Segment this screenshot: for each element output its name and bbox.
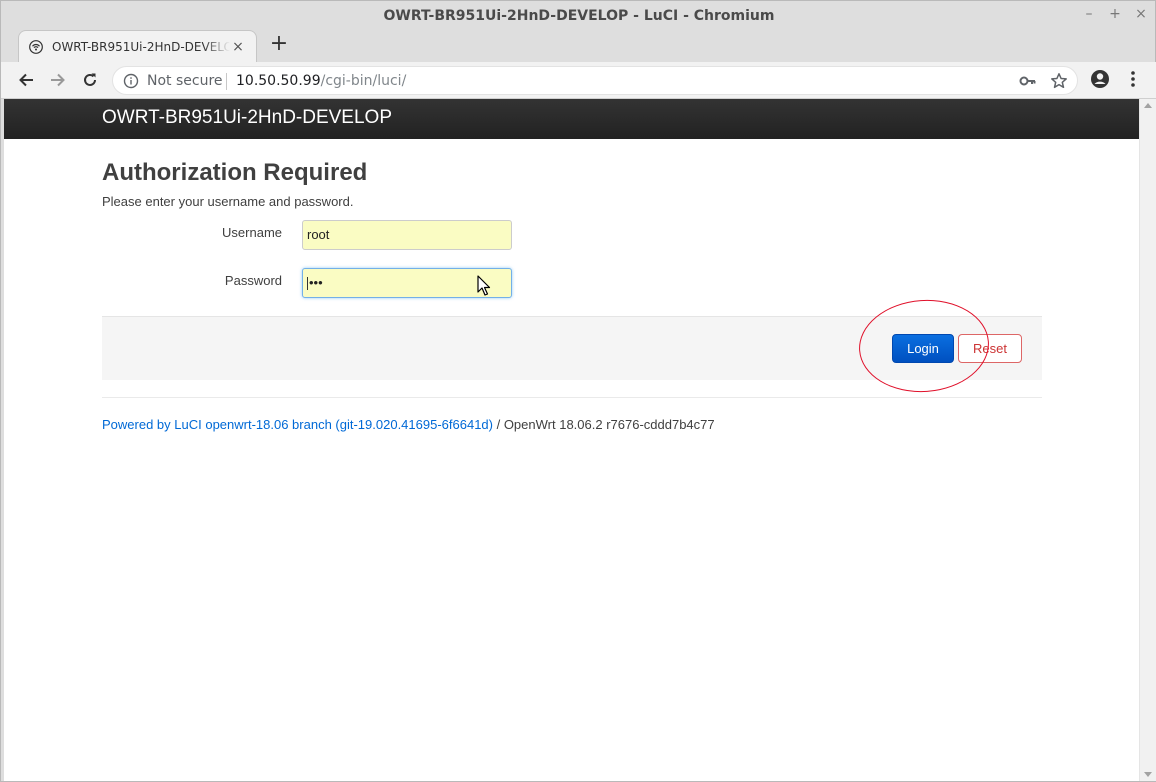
- key-icon[interactable]: [1019, 73, 1037, 89]
- window-controls: – + ×: [1083, 6, 1147, 22]
- login-description: Please enter your username and password.: [102, 194, 354, 209]
- arrow-left-icon: [19, 73, 33, 87]
- back-button[interactable]: [14, 68, 38, 92]
- forward-button[interactable]: [46, 68, 70, 92]
- reload-icon: [84, 73, 96, 86]
- new-tab-button[interactable]: +: [269, 33, 289, 57]
- browser-toolbar: Not secure 10.50.50.99/cgi-bin/luci/: [1, 62, 1156, 99]
- close-window-button[interactable]: ×: [1135, 6, 1147, 22]
- openwrt-version: / OpenWrt 18.06.2 r7676-cddd7b4c77: [492, 417, 715, 432]
- username-label: Username: [222, 225, 282, 240]
- scroll-down-arrow-icon[interactable]: [1144, 772, 1152, 777]
- window-title: OWRT-BR951Ui-2HnD-DEVELOP - LuCI - Chrom…: [383, 7, 775, 24]
- footer-divider: [102, 397, 1042, 398]
- url-path: /cgi-bin/luci/: [320, 73, 407, 89]
- tab-luci[interactable]: OWRT-BR951Ui-2HnD-DEVELOP ×: [18, 30, 257, 62]
- mouse-pointer-icon: [477, 275, 491, 296]
- brand-title[interactable]: OWRT-BR951Ui-2HnD-DEVELOP: [102, 107, 392, 129]
- kebab-menu-icon[interactable]: [1125, 69, 1141, 89]
- tab-title: OWRT-BR951Ui-2HnD-DEVELOP: [52, 39, 230, 54]
- footer-text: Powered by LuCI openwrt-18.06 branch (gi…: [102, 417, 715, 432]
- url-text[interactable]: 10.50.50.99/cgi-bin/luci/: [236, 73, 406, 89]
- minimize-button[interactable]: –: [1083, 6, 1095, 22]
- address-separator: [226, 73, 227, 90]
- vertical-scrollbar[interactable]: [1139, 99, 1156, 781]
- browser-window: OWRT-BR951Ui-2HnD-DEVELOP - LuCI - Chrom…: [0, 0, 1156, 782]
- page-title: Authorization Required: [102, 159, 368, 186]
- info-icon[interactable]: [123, 73, 139, 89]
- username-field[interactable]: root: [302, 220, 512, 250]
- luci-header-bar: OWRT-BR951Ui-2HnD-DEVELOP: [4, 99, 1139, 139]
- annotation-circle: [855, 295, 993, 397]
- title-bar: OWRT-BR951Ui-2HnD-DEVELOP - LuCI - Chrom…: [1, 1, 1156, 30]
- tab-close-icon[interactable]: ×: [230, 39, 246, 55]
- page-viewport: OWRT-BR951Ui-2HnD-DEVELOP Authorization …: [4, 99, 1139, 781]
- url-host: 10.50.50.99: [236, 73, 321, 89]
- maximize-button[interactable]: +: [1109, 6, 1121, 22]
- arrow-right-icon: [51, 73, 65, 87]
- password-value: •••: [309, 275, 323, 290]
- address-bar[interactable]: Not secure 10.50.50.99/cgi-bin/luci/: [112, 66, 1078, 95]
- reload-button[interactable]: [78, 68, 102, 92]
- scroll-up-arrow-icon[interactable]: [1144, 103, 1152, 108]
- tab-strip: OWRT-BR951Ui-2HnD-DEVELOP × +: [1, 30, 1156, 62]
- security-label[interactable]: Not secure: [147, 73, 223, 89]
- text-caret: [307, 277, 308, 291]
- password-label: Password: [224, 273, 282, 288]
- luci-version-link[interactable]: Powered by LuCI openwrt-18.06 branch (gi…: [102, 417, 493, 432]
- bookmark-star-icon[interactable]: [1050, 72, 1068, 90]
- profile-icon[interactable]: [1090, 69, 1110, 89]
- username-value: root: [307, 227, 330, 242]
- wifi-icon: [29, 39, 43, 54]
